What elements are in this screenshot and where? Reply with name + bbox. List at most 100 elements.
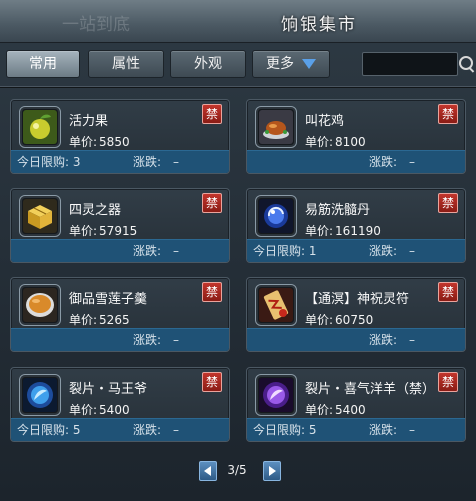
- tab-more-label: 更多: [266, 56, 294, 72]
- price-label: 单价:: [69, 224, 98, 238]
- item-icon-frame: [255, 284, 297, 326]
- ban-badge: 禁: [202, 193, 222, 213]
- item-price: 单价: 5850: [69, 133, 130, 150]
- item-name: 【通溟】神祝灵符: [305, 292, 410, 307]
- daily-limit-value: 3: [72, 155, 81, 169]
- ban-badge: 禁: [202, 104, 222, 124]
- tab-appearance[interactable]: 外观: [170, 50, 246, 78]
- change-value: –: [173, 244, 180, 258]
- change-label: 涨跌:: [133, 244, 162, 258]
- item-price: 单价: 5265: [69, 311, 130, 328]
- item-card-liepian-mawangye[interactable]: 裂片・马王爷 单价: 5400 禁 今日限购: 5 涨跌: –: [10, 367, 230, 442]
- item-card-liepian-xiqiyangyang[interactable]: 裂片・喜气洋羊（禁） 单价: 5400 禁 今日限购: 5 涨跌: –: [246, 367, 466, 442]
- tab-more[interactable]: 更多: [252, 50, 330, 78]
- item-price: 单价: 8100: [305, 133, 366, 150]
- ban-badge: 禁: [438, 282, 458, 302]
- item-card-yijinxisuidan[interactable]: 易筋洗髓丹 单价: 161190 禁 今日限购: 1 涨跌: –: [246, 188, 466, 263]
- item-card-silingzhiqi[interactable]: 四灵之器 单价: 57915 禁 涨跌: –: [10, 188, 230, 263]
- change-label: 涨跌:: [133, 333, 162, 347]
- pagination: 3/5: [0, 461, 476, 481]
- tab-attributes[interactable]: 属性: [88, 50, 164, 78]
- card-footer: 涨跌: –: [11, 328, 229, 351]
- daily-limit-label: 今日限购:: [253, 423, 306, 437]
- item-card-xuelianzigeng[interactable]: 御品雪莲子羹 单价: 5265 禁 涨跌: –: [10, 277, 230, 352]
- price-label: 单价:: [305, 224, 334, 238]
- daily-limit: 今日限购: 3: [17, 153, 81, 170]
- item-icon-frame: [255, 195, 297, 237]
- price-value: 57915: [99, 224, 138, 238]
- daily-limit: 今日限购: 1: [253, 242, 317, 259]
- price-change: 涨跌: –: [133, 242, 179, 259]
- price-change: 涨跌: –: [369, 153, 415, 170]
- card-footer: 涨跌: –: [247, 150, 465, 173]
- change-label: 涨跌:: [369, 155, 398, 169]
- price-label: 单价:: [305, 313, 334, 327]
- price-label: 单价:: [69, 403, 98, 417]
- price-label: 单价:: [69, 135, 98, 149]
- daily-limit-value: 1: [308, 244, 317, 258]
- item-name: 活力果: [69, 114, 109, 129]
- card-footer: 今日限购: 5 涨跌: –: [247, 418, 465, 441]
- chevron-right-icon: [269, 466, 276, 476]
- change-label: 涨跌:: [133, 155, 162, 169]
- card-footer: 今日限购: 1 涨跌: –: [247, 239, 465, 262]
- item-price: 单价: 57915: [69, 222, 137, 239]
- card-footer: 今日限购: 5 涨跌: –: [11, 418, 229, 441]
- item-icon-frame: [255, 374, 297, 416]
- ban-badge: 禁: [202, 372, 222, 392]
- dropdown-arrow-icon: [302, 59, 316, 69]
- daily-limit: 今日限购: 5: [17, 421, 81, 438]
- daily-limit-label: 今日限购:: [17, 155, 70, 169]
- change-label: 涨跌:: [133, 423, 162, 437]
- daily-limit-label: 今日限购:: [253, 244, 306, 258]
- card-footer: 涨跌: –: [11, 239, 229, 262]
- change-label: 涨跌:: [369, 244, 398, 258]
- price-label: 单价:: [69, 313, 98, 327]
- item-icon-frame: [19, 284, 61, 326]
- blue-orb-icon: [259, 199, 293, 233]
- change-value: –: [409, 333, 416, 347]
- item-name: 御品雪莲子羹: [69, 292, 148, 307]
- price-label: 单价:: [305, 135, 334, 149]
- item-price: 单价: 5400: [305, 401, 366, 418]
- window-title: 饷银集市: [281, 15, 357, 35]
- change-value: –: [173, 423, 180, 437]
- price-change: 涨跌: –: [369, 331, 415, 348]
- ban-badge: 禁: [438, 104, 458, 124]
- item-price: 单价: 161190: [305, 222, 381, 239]
- price-value: 60750: [335, 313, 374, 327]
- item-card-jiaohuaji[interactable]: 叫花鸡 单价: 8100 禁 涨跌: –: [246, 99, 466, 174]
- price-change: 涨跌: –: [133, 421, 179, 438]
- search-input[interactable]: [362, 52, 458, 76]
- change-value: –: [409, 423, 416, 437]
- item-name: 叫花鸡: [305, 114, 345, 129]
- item-price: 单价: 60750: [305, 311, 373, 328]
- next-page-button[interactable]: [263, 461, 281, 481]
- change-label: 涨跌:: [369, 333, 398, 347]
- soup-bowl-icon: [23, 288, 57, 322]
- price-value: 8100: [335, 135, 366, 149]
- item-icon-frame: [19, 374, 61, 416]
- price-change: 涨跌: –: [369, 242, 415, 259]
- title-bar: 一站到底 饷银集市: [0, 0, 476, 43]
- price-value: 5400: [99, 403, 130, 417]
- search-icon[interactable]: [459, 56, 473, 70]
- item-card-huoliguo[interactable]: 活力果 单价: 5850 禁 今日限购: 3 涨跌: –: [10, 99, 230, 174]
- item-card-shenzhulingfu[interactable]: 【通溟】神祝灵符 单价: 60750 禁 涨跌: –: [246, 277, 466, 352]
- daily-limit: 今日限购: 5: [253, 421, 317, 438]
- tab-appearance-label: 外观: [194, 56, 222, 72]
- golden-box-icon: [23, 199, 57, 233]
- change-label: 涨跌:: [369, 423, 398, 437]
- chevron-left-icon: [204, 466, 211, 476]
- talisman-icon: [259, 288, 293, 322]
- item-icon-frame: [19, 106, 61, 148]
- price-change: 涨跌: –: [133, 153, 179, 170]
- price-label: 单价:: [305, 403, 334, 417]
- prev-page-button[interactable]: [199, 461, 217, 481]
- item-price: 单价: 5400: [69, 401, 130, 418]
- change-value: –: [173, 333, 180, 347]
- ban-badge: 禁: [438, 193, 458, 213]
- tab-common[interactable]: 常用: [6, 50, 80, 78]
- item-name: 裂片・喜气洋羊（禁）: [305, 382, 436, 397]
- tab-common-label: 常用: [29, 56, 57, 72]
